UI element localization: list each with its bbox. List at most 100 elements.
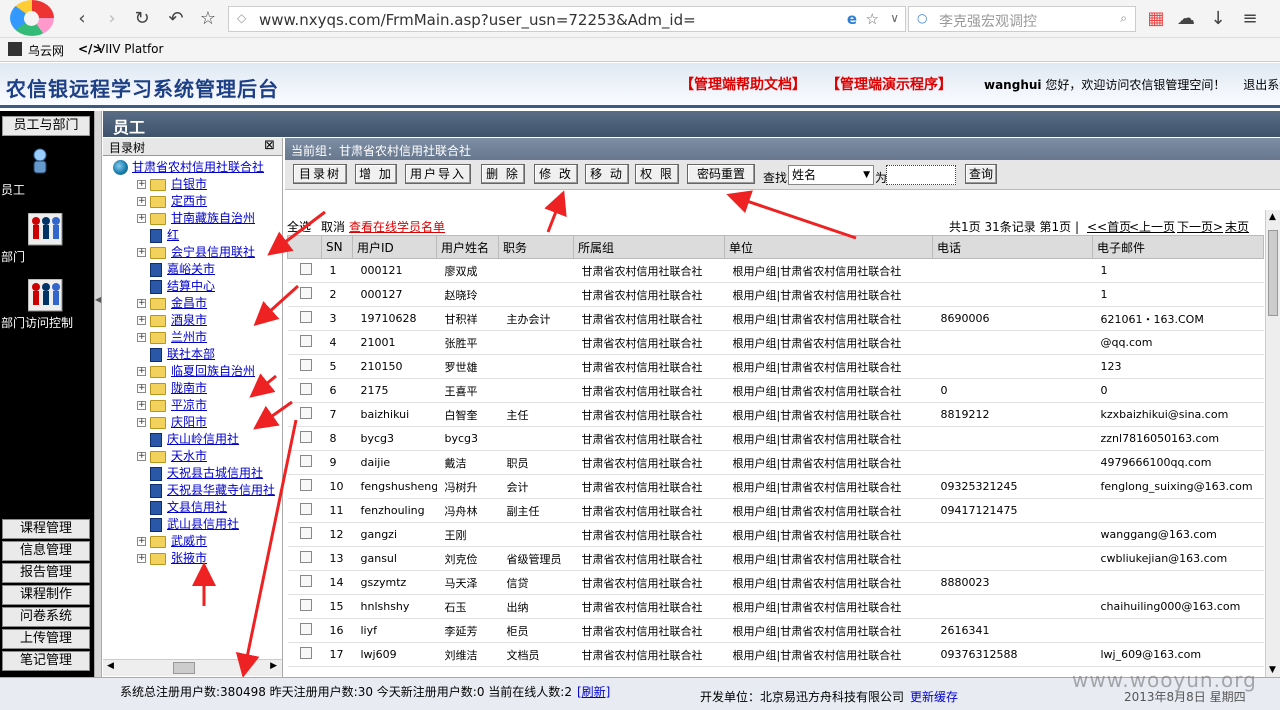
tree-node[interactable]: + 兰州市 xyxy=(137,328,207,345)
expand-icon[interactable]: + xyxy=(137,384,146,393)
table-row[interactable]: 10 fengshusheng 冯树升 会计 甘肃省农村信用社联合社 根用户组|甘肃省农村… xyxy=(287,474,1264,499)
tree-node[interactable]: 结算中心 xyxy=(137,277,215,294)
download-icon[interactable]: ↓ xyxy=(1206,7,1230,31)
expand-icon[interactable]: + xyxy=(137,554,146,563)
row-checkbox[interactable] xyxy=(299,431,312,443)
tree-node-label[interactable]: 临夏回族自治州 xyxy=(171,364,255,378)
expand-icon[interactable]: + xyxy=(137,197,146,206)
tree-node[interactable]: + 定西市 xyxy=(137,192,207,209)
tree-node-label[interactable]: 庆山岭信用社 xyxy=(167,432,239,446)
tree-node[interactable]: + 白银市 xyxy=(137,175,207,192)
tree-node-label[interactable]: 兰州市 xyxy=(171,330,207,344)
scroll-left-icon[interactable]: ◀ xyxy=(107,661,114,671)
table-row[interactable]: 12 gangzi 王刚 甘肃省农村信用社联合社 根用户组|甘肃省农村信用社联合社 wan… xyxy=(287,522,1264,547)
tree-node-label[interactable]: 金昌市 xyxy=(171,296,207,310)
tree-node-label[interactable]: 天水市 xyxy=(171,449,207,463)
scroll-thumb[interactable] xyxy=(173,662,195,674)
info-management-button[interactable]: 信息管理 xyxy=(2,541,90,561)
delete-button[interactable]: 删 除 xyxy=(481,164,525,184)
tree-node-label[interactable]: 甘南藏族自治州 xyxy=(171,211,255,225)
logout-link[interactable]: 退出系统 xyxy=(1243,78,1280,92)
report-management-button[interactable]: 报告管理 xyxy=(2,563,90,583)
dropdown-arrow-icon[interactable]: ▼ xyxy=(863,166,870,184)
row-checkbox[interactable] xyxy=(299,335,312,347)
next-page-link[interactable]: 下一页> xyxy=(1177,218,1223,235)
column-header[interactable]: 所属组 xyxy=(573,235,725,259)
tree-node-label[interactable]: 天祝县古城信用社 xyxy=(167,466,263,480)
column-header[interactable]: 用户ID xyxy=(352,235,437,259)
favorite-icon[interactable]: ☆ xyxy=(866,10,879,28)
tree-horizontal-scrollbar[interactable]: ◀ ▶ xyxy=(103,659,282,676)
tree-node[interactable]: + 武威市 xyxy=(137,532,207,549)
tree-node[interactable]: + 天水市 xyxy=(137,447,207,464)
update-cache-link[interactable]: 更新缓存 xyxy=(910,688,958,705)
scroll-right-icon[interactable]: ▶ xyxy=(270,661,277,671)
row-checkbox[interactable] xyxy=(299,527,312,539)
star-icon[interactable]: ☆ xyxy=(196,7,220,31)
table-row[interactable]: 17 lwj609 刘维洁 文档员 甘肃省农村信用社联合社 根用户组|甘肃省农村信用社联合… xyxy=(287,642,1264,667)
tree-node-label[interactable]: 定西市 xyxy=(171,194,207,208)
tree-node-label[interactable]: 平凉市 xyxy=(171,398,207,412)
refresh-icon[interactable]: ↻ xyxy=(130,7,154,31)
move-button[interactable]: 移 动 xyxy=(585,164,629,184)
tree-node[interactable]: 武山县信用社 xyxy=(137,515,239,532)
tree-node[interactable]: 联社本部 xyxy=(137,345,215,362)
reset-password-button[interactable]: 密码重置 xyxy=(687,164,755,184)
row-checkbox[interactable] xyxy=(299,623,312,635)
expand-icon[interactable]: + xyxy=(137,180,146,189)
department-access-icon[interactable] xyxy=(28,279,68,313)
tree-node-label[interactable]: 文县信用社 xyxy=(167,500,227,514)
permission-button[interactable]: 权 限 xyxy=(635,164,679,184)
vertical-scroll-thumb[interactable] xyxy=(1268,230,1278,316)
expand-icon[interactable]: + xyxy=(137,214,146,223)
back-icon[interactable]: ‹ xyxy=(70,7,94,31)
column-header[interactable]: 用户姓名 xyxy=(436,235,499,259)
table-row[interactable]: 15 hnlshshy 石玉 出纳 甘肃省农村信用社联合社 根用户组|甘肃省农村信用社联合… xyxy=(287,594,1264,619)
demo-link[interactable]: 【管理端演示程序】 xyxy=(826,74,952,94)
tree-node[interactable]: + 甘南藏族自治州 xyxy=(137,209,255,226)
tree-node-label[interactable]: 酒泉市 xyxy=(171,313,207,327)
expand-icon[interactable]: + xyxy=(137,248,146,257)
add-button[interactable]: 增 加 xyxy=(355,164,397,184)
tree-node[interactable]: + 酒泉市 xyxy=(137,311,207,328)
table-row[interactable]: 11 fenzhouling 冯舟林 副主任 甘肃省农村信用社联合社 根用户组|甘肃省农村… xyxy=(287,498,1264,523)
tree-node[interactable]: 文县信用社 xyxy=(137,498,227,515)
row-checkbox[interactable] xyxy=(299,599,312,611)
cancel-link[interactable]: 取消 xyxy=(321,218,345,235)
search-icon[interactable]: ⌕ xyxy=(1120,11,1127,26)
prev-page-link[interactable]: <上一页 xyxy=(1129,218,1175,235)
table-row[interactable]: 8 bycg3 bycg3 甘肃省农村信用社联合社 根用户组|甘肃省农村信用社联合社 zz… xyxy=(287,426,1264,451)
forward-icon[interactable]: › xyxy=(100,7,124,31)
nav-employee-label[interactable]: 员工 xyxy=(1,181,25,198)
row-checkbox[interactable] xyxy=(299,407,312,419)
row-checkbox[interactable] xyxy=(299,287,312,299)
tree-node[interactable]: + 张掖市 xyxy=(137,549,207,566)
table-row[interactable]: 6 2175 王喜平 甘肃省农村信用社联合社 根用户组|甘肃省农村信用社联合社 0 0 xyxy=(287,378,1264,403)
query-button[interactable]: 查询 xyxy=(965,164,997,184)
search-input[interactable]: 李克强宏观调控 xyxy=(939,11,1037,31)
url-text[interactable]: www.nxyqs.com/FrmMain.asp?user_usn=72253… xyxy=(259,11,696,29)
table-row[interactable]: 5 210150 罗世雄 甘肃省农村信用社联合社 根用户组|甘肃省农村信用社联合社 123 xyxy=(287,354,1264,379)
collapse-arrow-icon[interactable]: ◀ xyxy=(95,295,101,304)
row-checkbox[interactable] xyxy=(299,503,312,515)
table-row[interactable]: 7 baizhikui 白智奎 主任 甘肃省农村信用社联合社 根用户组|甘肃省农村信用社联… xyxy=(287,402,1264,427)
nav-department-label[interactable]: 部门 xyxy=(1,248,25,265)
tree-node[interactable]: + 陇南市 xyxy=(137,379,207,396)
tree-node[interactable]: + 庆阳市 xyxy=(137,413,207,430)
sidebar-splitter[interactable]: ◀ xyxy=(94,111,102,677)
tree-node-label[interactable]: 白银市 xyxy=(171,177,207,191)
first-page-link[interactable]: <<首页 xyxy=(1087,218,1131,235)
select-all-link[interactable]: 全选 xyxy=(287,218,311,235)
tree-node[interactable]: 天祝县古城信用社 xyxy=(137,464,263,481)
tree-node-label[interactable]: 嘉峪关市 xyxy=(167,262,215,276)
tree-node-label[interactable]: 天祝县华藏寺信用社 xyxy=(167,483,275,497)
apps-icon[interactable]: ▦ xyxy=(1144,7,1168,31)
help-doc-link[interactable]: 【管理端帮助文档】 xyxy=(680,74,806,94)
expand-icon[interactable]: + xyxy=(137,452,146,461)
table-row[interactable]: 13 gansul 刘克俭 省级管理员 甘肃省农村信用社联合社 根用户组|甘肃省农村信用社… xyxy=(287,546,1264,571)
expand-icon[interactable]: + xyxy=(137,401,146,410)
tree-close-icon[interactable]: ⊠ xyxy=(264,138,275,153)
column-header[interactable]: SN xyxy=(321,235,353,259)
table-row[interactable]: 3 19710628 甘积祥 主办会计 甘肃省农村信用社联合社 根用户组|甘肃省农村信用社… xyxy=(287,306,1264,331)
notes-management-button[interactable]: 笔记管理 xyxy=(2,651,90,671)
